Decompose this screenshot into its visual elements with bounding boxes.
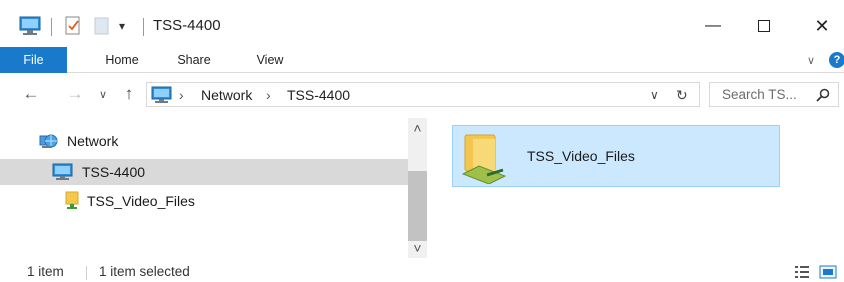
address-bar[interactable]: › Network › TSS-4400 ∨ ↻ xyxy=(146,82,700,107)
computer-icon xyxy=(52,163,74,181)
status-bar: 1 item 1 item selected xyxy=(0,262,844,282)
breadcrumb-separator[interactable]: › xyxy=(179,87,184,103)
item-count: 1 item xyxy=(27,264,64,279)
selection-count: 1 item selected xyxy=(99,264,190,279)
title-bar: ▾ TSS-4400 — ✕ xyxy=(0,0,844,44)
tab-view[interactable]: View xyxy=(242,47,298,73)
search-box[interactable]: Search TS... xyxy=(709,82,839,107)
maximize-button[interactable] xyxy=(741,8,787,44)
scroll-up-button[interactable]: ˄ xyxy=(408,120,427,136)
breadcrumb-separator[interactable]: › xyxy=(266,87,271,103)
address-dropdown-icon[interactable]: ∨ xyxy=(650,88,659,102)
tree-label: TSS_Video_Files xyxy=(87,193,195,209)
minimize-button[interactable]: — xyxy=(690,8,736,44)
tab-share[interactable]: Share xyxy=(166,47,222,73)
tab-file[interactable]: File xyxy=(0,47,67,73)
tree-item-tss-4400[interactable]: TSS-4400 xyxy=(0,159,408,185)
computer-icon xyxy=(151,86,173,107)
search-input[interactable]: Search TS... xyxy=(722,87,797,102)
details-view-icon[interactable] xyxy=(794,265,810,282)
tab-home[interactable]: Home xyxy=(94,47,150,73)
tree-item-tss-video-files[interactable]: TSS_Video_Files xyxy=(0,188,408,214)
new-folder-icon[interactable] xyxy=(94,15,110,37)
tree-label: Network xyxy=(67,133,119,149)
expand-ribbon-icon[interactable]: ∨ xyxy=(800,47,822,73)
breadcrumb-network[interactable]: Network xyxy=(201,87,252,103)
network-icon xyxy=(39,132,61,150)
help-icon[interactable]: ? xyxy=(829,52,844,68)
search-icon[interactable] xyxy=(816,88,830,105)
maximize-icon xyxy=(758,20,770,32)
folder-name: TSS_Video_Files xyxy=(527,148,635,164)
scroll-down-button[interactable]: ˅ xyxy=(408,240,427,256)
window-title: TSS-4400 xyxy=(153,17,221,34)
customize-quick-access-icon[interactable]: ▾ xyxy=(119,15,125,37)
back-button[interactable]: ← xyxy=(20,83,42,105)
refresh-icon[interactable]: ↻ xyxy=(676,87,688,104)
forward-button[interactable]: → xyxy=(64,83,86,105)
ribbon: File Home Share View ∨ ? xyxy=(0,47,844,73)
breadcrumb-tss-4400[interactable]: TSS-4400 xyxy=(287,87,350,103)
recent-locations-button[interactable]: ∨ xyxy=(95,83,111,105)
network-share-folder-icon xyxy=(459,130,511,187)
navigation-pane: Network TSS-4400 TSS_Video_Files xyxy=(0,118,408,258)
address-row: ← → ∨ ↑ › Network › TSS-4400 ∨ ↻ Search … xyxy=(0,76,844,112)
large-icons-view-icon[interactable] xyxy=(819,265,837,282)
properties-icon[interactable] xyxy=(64,15,82,37)
shared-folder-icon xyxy=(65,191,79,211)
up-button[interactable]: ↑ xyxy=(119,83,139,105)
close-button[interactable]: ✕ xyxy=(799,8,844,44)
scrollbar-thumb[interactable] xyxy=(408,171,427,241)
tree-item-network[interactable]: Network xyxy=(0,128,408,154)
folder-tile[interactable]: TSS_Video_Files xyxy=(452,125,780,187)
computer-icon xyxy=(19,15,43,37)
tree-label: TSS-4400 xyxy=(82,164,146,180)
